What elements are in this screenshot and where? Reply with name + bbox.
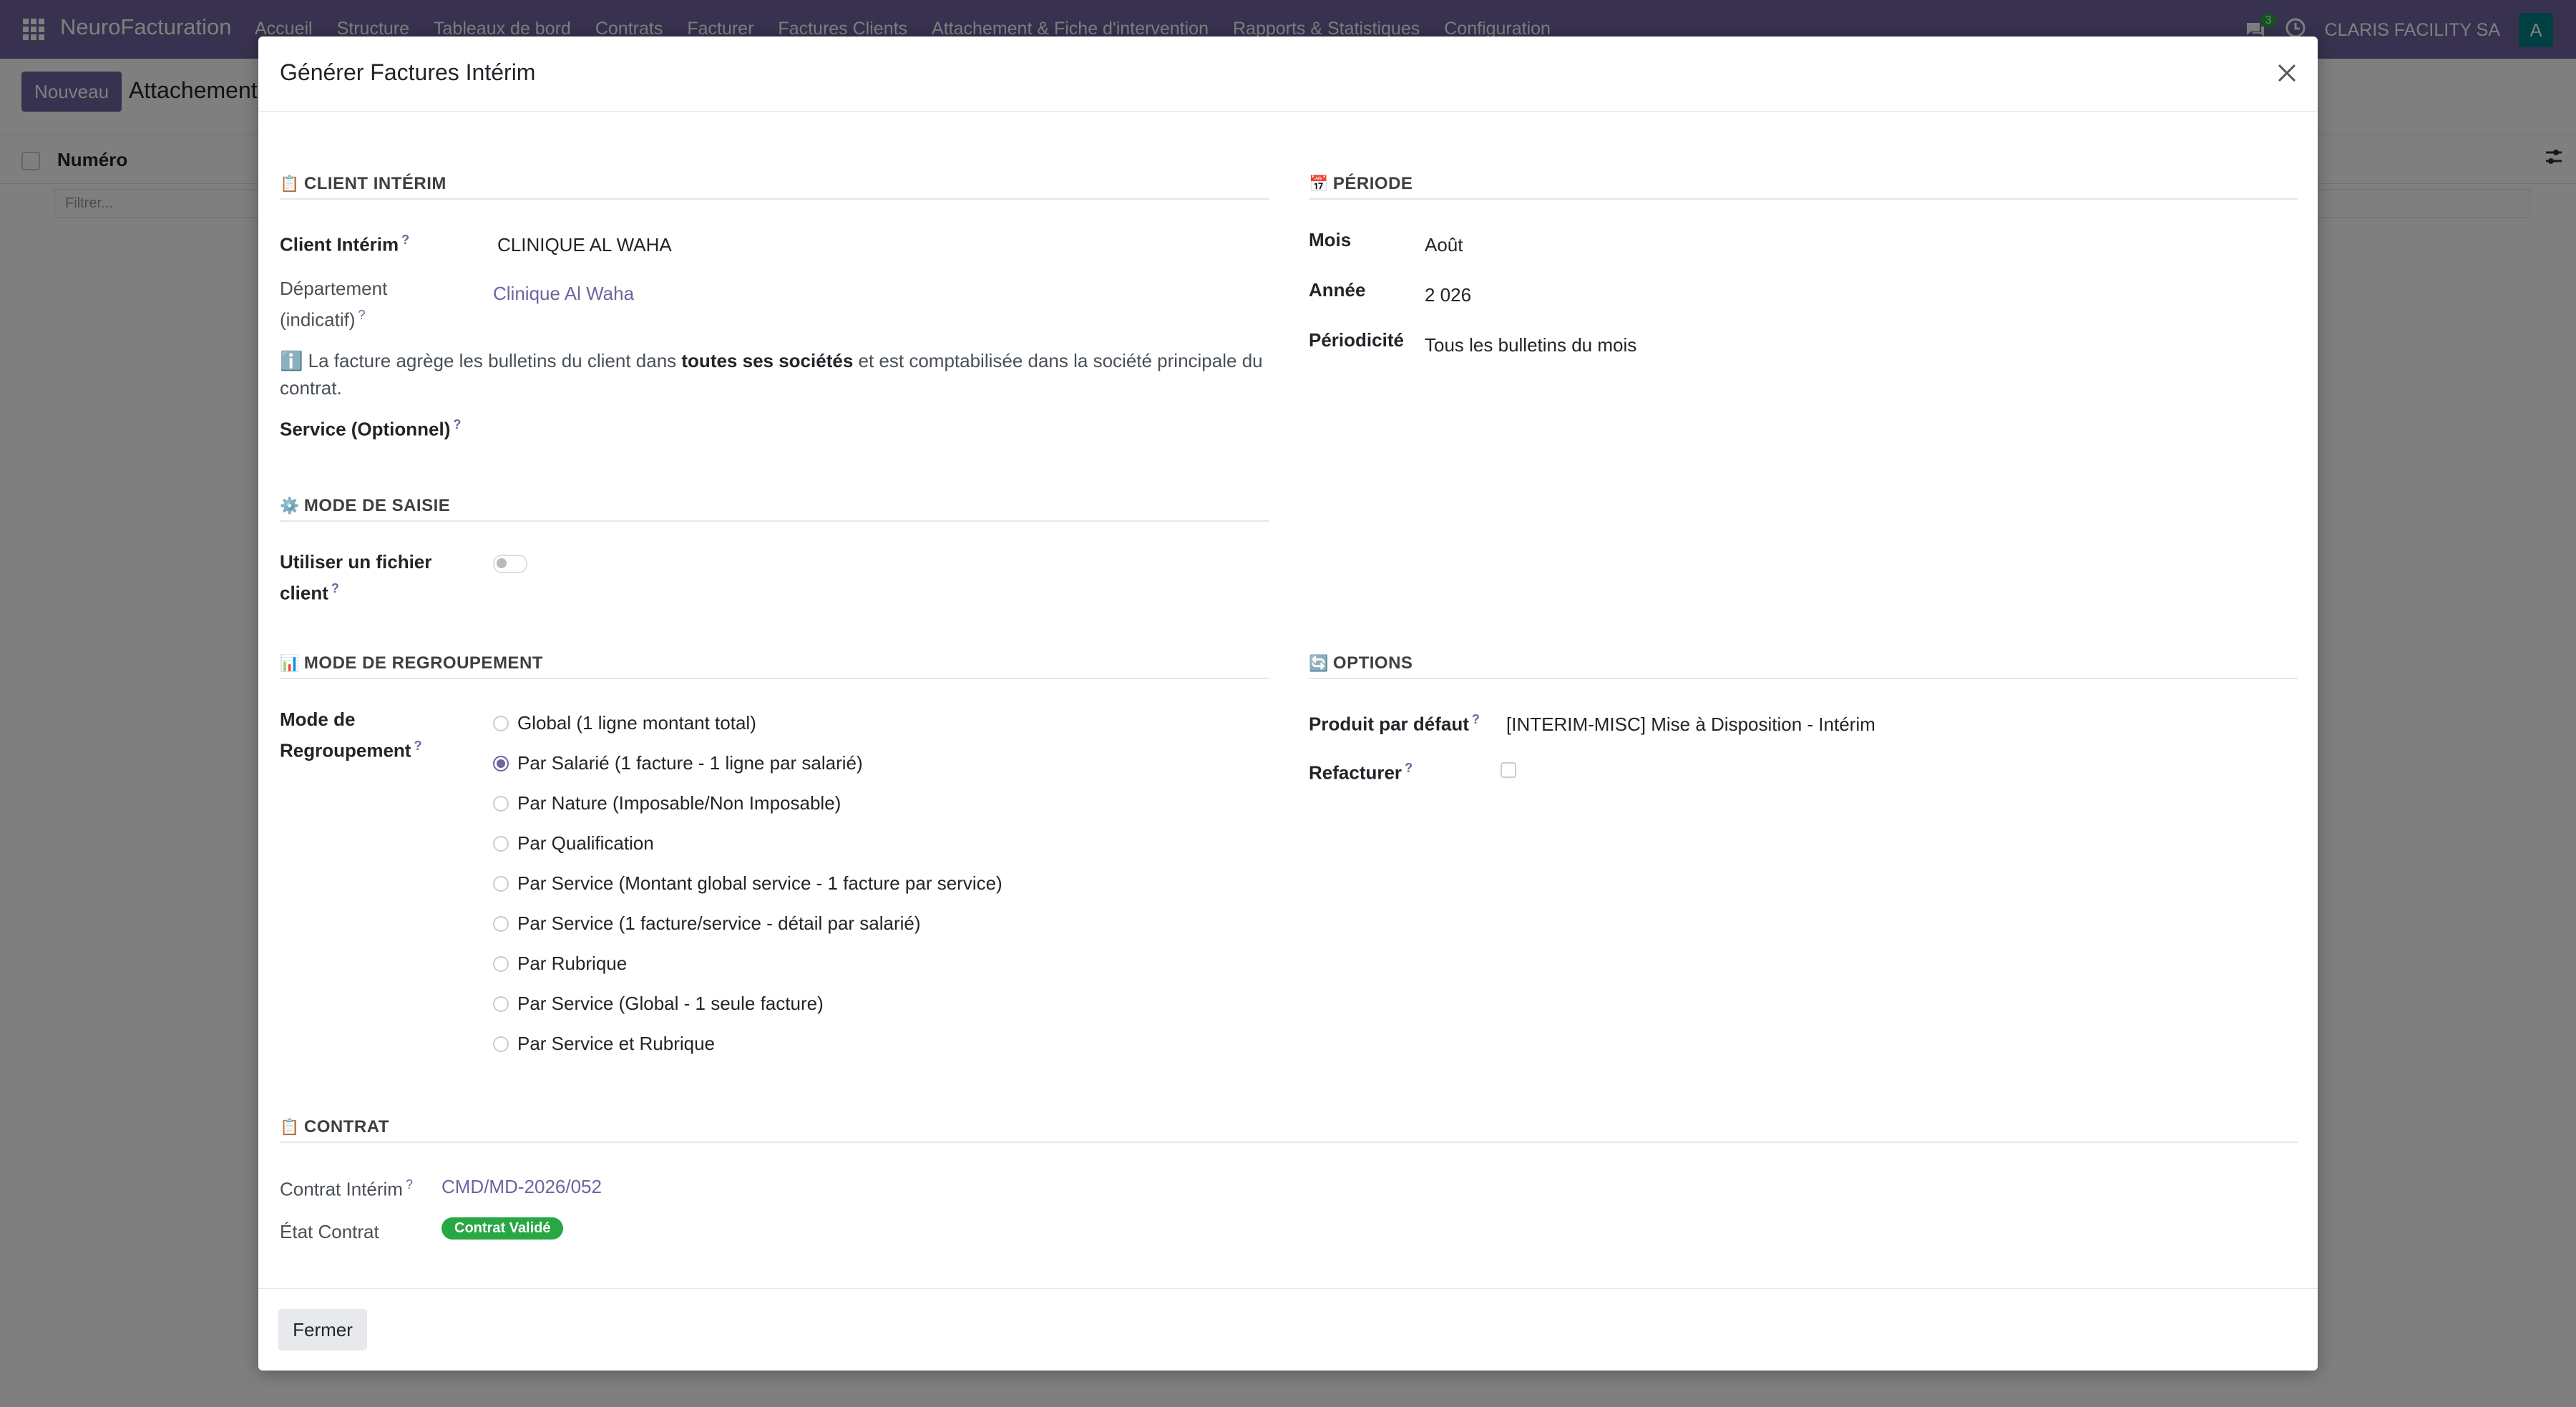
radio-option[interactable]: Global (1 ligne montant total) — [493, 712, 756, 734]
calendar-icon: 📅 — [1309, 175, 1329, 193]
section-title-periode: 📅 PÉRIODE — [1309, 174, 1413, 193]
section-divider — [280, 198, 1269, 200]
section-title-saisie: ⚙️ MODE DE SAISIE — [280, 496, 451, 515]
mois-field[interactable]: Août — [1425, 234, 1463, 256]
section-title-contrat: 📋 CONTRAT — [280, 1117, 389, 1136]
department-link[interactable]: Clinique Al Waha — [493, 283, 634, 305]
gear-icon: ⚙️ — [280, 497, 300, 515]
refacturer-label: Refacturer? — [1309, 761, 1413, 784]
radio-option[interactable]: Par Service (Global - 1 seule facture) — [493, 993, 824, 1015]
help-icon: ? — [358, 308, 366, 322]
section-divider — [1309, 678, 2298, 679]
refacturer-checkbox[interactable] — [1501, 762, 1516, 778]
service-label: Service (Optionnel)? — [280, 417, 462, 440]
radio-button[interactable] — [493, 835, 509, 852]
grouping-mode-label: Mode de Regroupement? — [280, 709, 422, 761]
annee-label: Année — [1309, 279, 1366, 301]
section-divider — [1309, 198, 2298, 200]
section-title-regroupement: 📊 MODE DE REGROUPEMENT — [280, 653, 543, 673]
radio-button[interactable] — [493, 715, 509, 731]
radio-button[interactable] — [493, 955, 509, 972]
periodicite-field[interactable]: Tous les bulletins du mois — [1425, 334, 1636, 356]
radio-option[interactable]: Par Service (1 facture/service - détail … — [493, 912, 921, 935]
bar-chart-icon: 📊 — [280, 654, 300, 672]
client-label: Client Intérim? — [280, 233, 410, 255]
clipboard-icon: 📋 — [280, 1118, 300, 1136]
info-icon: ℹ️ — [280, 350, 303, 371]
client-field[interactable]: CLINIQUE AL WAHA — [497, 234, 672, 256]
contract-link[interactable]: CMD/MD-2026/052 — [441, 1176, 602, 1198]
radio-button[interactable] — [493, 915, 509, 932]
section-title-options: 🔄 OPTIONS — [1309, 653, 1413, 673]
help-icon: ? — [414, 739, 422, 753]
help-icon: ? — [1471, 712, 1480, 726]
help-icon: ? — [405, 1177, 413, 1192]
department-label: Département (indicatif)? — [280, 278, 388, 331]
radio-button[interactable] — [493, 875, 509, 892]
radio-option[interactable]: Par Service (Montant global service - 1 … — [493, 872, 1002, 895]
modal-footer: Fermer — [258, 1288, 2318, 1371]
radio-button[interactable] — [493, 995, 509, 1012]
help-icon: ? — [1405, 761, 1413, 775]
help-icon: ? — [453, 417, 462, 432]
section-divider — [280, 520, 1269, 522]
generate-invoices-dialog: Générer Factures Intérim 📋 CLIENT INTÉRI… — [258, 36, 2318, 1371]
use-client-file-label: Utiliser un fichier client? — [280, 551, 432, 604]
radio-button[interactable] — [493, 1036, 509, 1052]
modal-title: Générer Factures Intérim — [280, 59, 536, 85]
section-divider — [280, 1141, 2298, 1143]
radio-option[interactable]: Par Rubrique — [493, 953, 627, 975]
radio-button-checked[interactable] — [493, 755, 509, 771]
use-client-file-toggle[interactable] — [493, 555, 527, 573]
info-message: ℹ️ La facture agrège les bulletins du cl… — [280, 350, 1263, 399]
periodicite-label: Périodicité — [1309, 329, 1404, 351]
contract-state-label: État Contrat — [280, 1221, 379, 1242]
default-product-label: Produit par défaut? — [1309, 712, 1480, 735]
help-icon: ? — [331, 581, 339, 595]
mois-label: Mois — [1309, 229, 1352, 250]
section-title-client: 📋 CLIENT INTÉRIM — [280, 174, 447, 193]
default-product-field[interactable]: [INTERIM-MISC] Mise à Disposition - Inté… — [1506, 714, 1875, 736]
help-icon: ? — [401, 233, 410, 247]
contract-state-badge: Contrat Validé — [441, 1217, 564, 1240]
refresh-icon: 🔄 — [1309, 654, 1329, 672]
radio-option[interactable]: Par Salarié (1 facture - 1 ligne par sal… — [493, 752, 863, 774]
contract-label: Contrat Intérim? — [280, 1177, 413, 1200]
radio-button[interactable] — [493, 795, 509, 812]
modal-header: Générer Factures Intérim — [258, 36, 2318, 112]
section-divider — [280, 678, 1269, 679]
close-icon[interactable] — [2275, 61, 2299, 85]
radio-option[interactable]: Par Qualification — [493, 832, 654, 855]
clipboard-icon: 📋 — [280, 175, 300, 193]
radio-option[interactable]: Par Service et Rubrique — [493, 1033, 715, 1055]
radio-option[interactable]: Par Nature (Imposable/Non Imposable) — [493, 792, 841, 814]
close-button[interactable]: Fermer — [278, 1309, 367, 1350]
annee-field[interactable]: 2 026 — [1425, 284, 1471, 306]
